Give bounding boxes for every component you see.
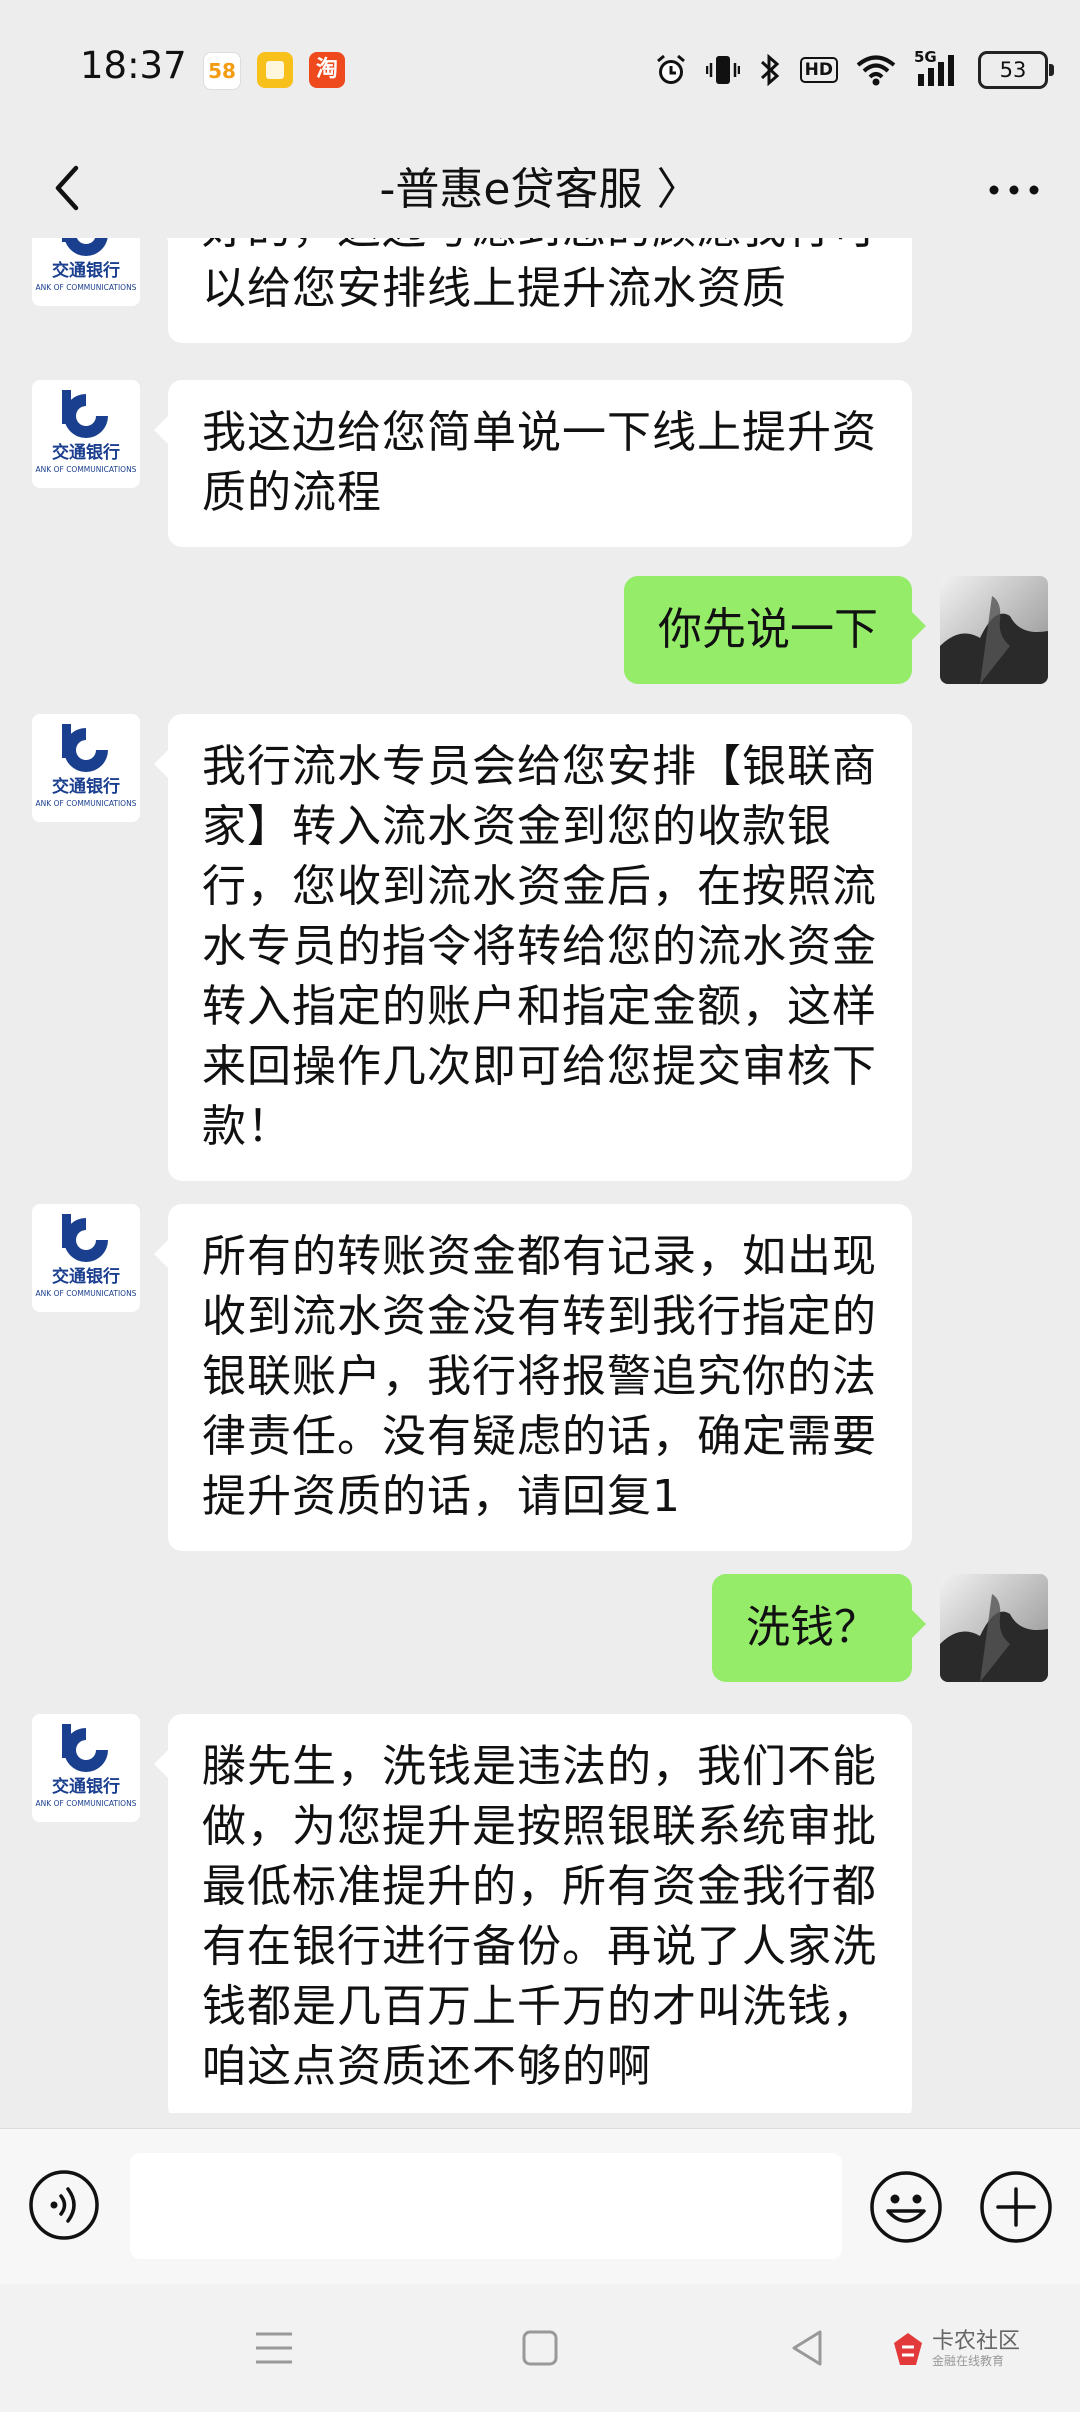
back-arrow-icon[interactable] — [40, 158, 100, 218]
wifi-icon — [856, 55, 896, 86]
hd-icon: HD — [799, 57, 838, 83]
58-app-icon: 58 — [203, 52, 241, 90]
recents-menu-icon[interactable] — [246, 2320, 302, 2376]
emoji-icon[interactable] — [868, 2169, 944, 2245]
message-bubble-outgoing[interactable]: 你先说一下 — [624, 576, 926, 684]
more-options-icon[interactable] — [984, 168, 1044, 212]
bank-avatar[interactable]: 交通银行 ANK OF COMMUNICATIONS — [32, 380, 140, 488]
bank-name-en: ANK OF COMMUNICATIONS — [36, 1799, 137, 1808]
user-avatar[interactable] — [940, 1574, 1048, 1682]
taobao-app-icon: 淘 — [309, 52, 345, 88]
plus-more-icon[interactable] — [978, 2169, 1054, 2245]
input-bar — [0, 2128, 1080, 2285]
bank-name-cn: 交通银行 — [52, 776, 120, 797]
system-nav-bar: 卡农社区 金融在线教育 — [0, 2284, 1080, 2412]
message-bubble-outgoing[interactable]: 洗钱？ — [712, 1574, 926, 1682]
user-avatar[interactable] — [940, 576, 1048, 684]
bank-name-cn: 交通银行 — [52, 1776, 120, 1797]
message-bubble[interactable]: 滕先生，洗钱是违法的，我们不能做，为您提升是按照银联系统审批最低标准提升的，所有… — [154, 1714, 912, 2113]
status-time: 18:37 — [80, 44, 187, 87]
message-list[interactable]: 交通银行 ANK OF COMMUNICATIONS 好的，这边考虑到您的顾虑我行… — [0, 238, 1080, 2113]
home-icon[interactable] — [512, 2320, 568, 2376]
notes-app-icon — [257, 52, 293, 88]
battery-indicator: 53 — [978, 51, 1054, 89]
message-input[interactable] — [130, 2153, 842, 2259]
bank-name-en: ANK OF COMMUNICATIONS — [36, 465, 137, 474]
bank-name-cn: 交通银行 — [52, 1266, 120, 1287]
watermark-logo-icon — [893, 2333, 922, 2365]
message-bubble[interactable]: 我这边给您简单说一下线上提升资质的流程 — [154, 380, 912, 547]
bank-avatar[interactable]: 交通银行 ANK OF COMMUNICATIONS — [32, 238, 140, 306]
bank-avatar[interactable]: 交通银行 ANK OF COMMUNICATIONS — [32, 1204, 140, 1312]
status-bar: 18:37 58 淘 HD 5G 53 — [0, 0, 1080, 140]
bank-avatar[interactable]: 交通银行 ANK OF COMMUNICATIONS — [32, 1714, 140, 1822]
watermark: 卡农社区 金融在线教育 — [890, 2324, 1020, 2374]
voice-input-icon[interactable] — [28, 2169, 100, 2241]
chat-header: -普惠e贷客服 〉 — [0, 140, 1080, 240]
message-bubble[interactable]: 好的，这边考虑到您的顾虑我行可以给您安排线上提升流水资质 — [154, 238, 912, 343]
vibrate-icon — [705, 56, 740, 84]
watermark-title: 卡农社区 — [931, 2329, 1020, 2354]
chat-title[interactable]: -普惠e贷客服 〉 — [0, 140, 1080, 240]
bank-avatar[interactable]: 交通银行 ANK OF COMMUNICATIONS — [32, 714, 140, 822]
message-bubble[interactable]: 我行流水专员会给您安排【银联商家】转入流水资金到您的收款银行，您收到流水资金后，… — [154, 714, 912, 1181]
bank-name-cn: 交通银行 — [52, 442, 120, 463]
bank-name-cn: 交通银行 — [52, 260, 120, 281]
alarm-icon — [656, 54, 685, 84]
bluetooth-icon — [760, 53, 779, 87]
back-nav-icon[interactable] — [780, 2320, 836, 2376]
bank-name-en: ANK OF COMMUNICATIONS — [36, 1289, 137, 1298]
message-bubble[interactable]: 所有的转账资金都有记录，如出现收到流水资金没有转到我行指定的银联账户，我行将报警… — [154, 1204, 912, 1551]
status-icons: HD 5G 53 — [654, 48, 1054, 92]
bank-name-en: ANK OF COMMUNICATIONS — [36, 283, 137, 292]
signal-icon: 5G — [914, 48, 960, 88]
bank-name-en: ANK OF COMMUNICATIONS — [36, 799, 137, 808]
watermark-subtitle: 金融在线教育 — [931, 2354, 1004, 2368]
